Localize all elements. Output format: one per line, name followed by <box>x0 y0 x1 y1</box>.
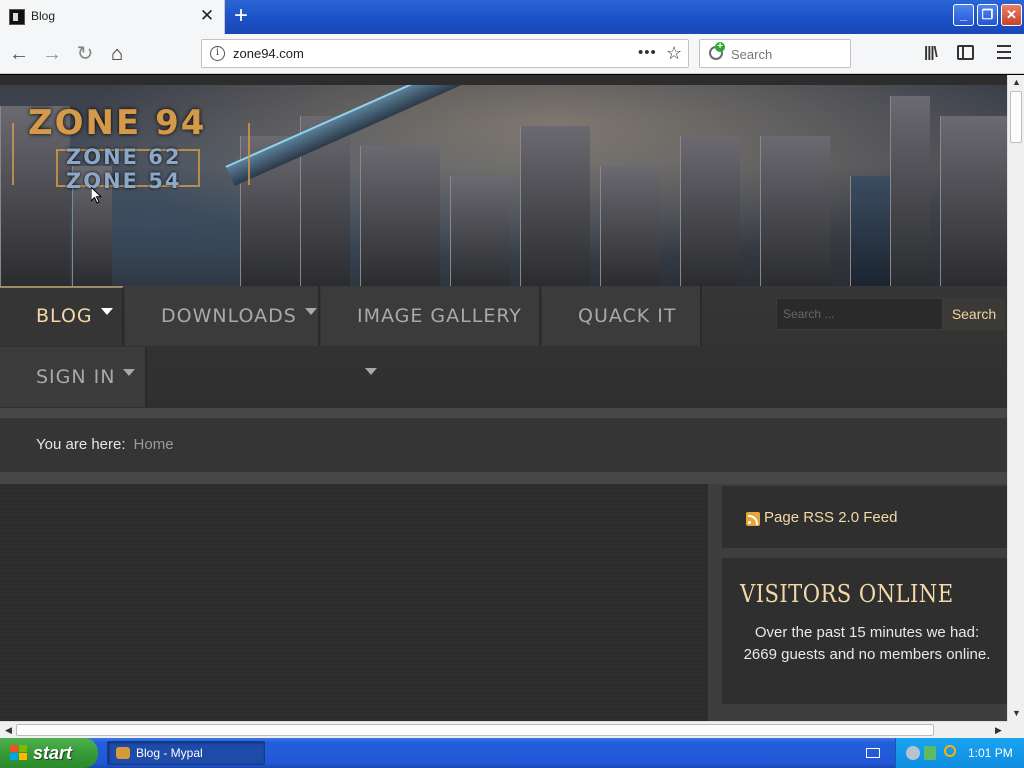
browser-titlebar: Blog ✕ + _ ❐ ✕ <box>0 0 1024 34</box>
browser-search-input[interactable]: + Search <box>699 39 851 68</box>
tab-close-button[interactable]: ✕ <box>198 6 216 26</box>
scroll-down-icon[interactable]: ▼ <box>1009 706 1024 721</box>
banner-building <box>760 136 830 286</box>
new-tab-button[interactable]: + <box>228 4 254 30</box>
info-icon[interactable]: i <box>210 46 225 61</box>
nav-item-image-gallery[interactable]: IMAGE GALLERY <box>321 286 541 375</box>
nav-item-label: QUACK IT <box>578 305 677 327</box>
sidebar-icon[interactable] <box>957 45 974 60</box>
banner-building <box>450 176 510 286</box>
section-divider <box>0 408 1007 418</box>
banner-building <box>360 146 440 286</box>
chevron-down-icon <box>304 308 317 315</box>
section-divider <box>0 472 1007 484</box>
tab-title: Blog <box>31 9 56 23</box>
home-icon[interactable]: ⌂ <box>104 41 130 67</box>
url-text[interactable]: zone94.com <box>233 46 304 61</box>
horizontal-scroll-thumb[interactable] <box>16 724 934 736</box>
main-content-area <box>0 484 708 721</box>
start-button[interactable]: start <box>0 738 98 768</box>
back-icon[interactable]: ← <box>6 41 32 67</box>
scroll-up-icon[interactable]: ▲ <box>1009 75 1024 90</box>
banner-building <box>520 126 590 286</box>
browser-search-placeholder: Search <box>731 47 773 62</box>
rss-icon[interactable] <box>746 512 760 526</box>
scroll-right-icon[interactable]: ▶ <box>991 723 1006 738</box>
rss-feed-link[interactable]: Page RSS 2.0 Feed <box>764 509 897 526</box>
url-bar[interactable]: i zone94.com ••• ☆ <box>201 39 689 68</box>
restore-button[interactable]: ❐ <box>977 4 998 26</box>
scroll-left-icon[interactable]: ◀ <box>1 723 16 738</box>
system-tray: 1:01 PM <box>895 738 1024 768</box>
site-banner: ZONE 94 ZONE 62 ZONE 54 <box>0 85 1007 286</box>
chevron-down-icon <box>123 369 136 376</box>
breadcrumb-prefix: You are here: <box>36 436 126 453</box>
tab-blog[interactable]: Blog ✕ <box>0 0 225 34</box>
windows-logo-icon <box>10 745 28 761</box>
search-tray-icon[interactable] <box>944 745 956 757</box>
taskbar: start Blog - Mypal 1:01 PM <box>0 738 1024 768</box>
library-icon[interactable]: |||\ <box>924 44 944 64</box>
horizontal-scrollbar[interactable]: ◀ ▶ <box>0 721 1007 738</box>
page-viewport: ZONE 94 ZONE 62 ZONE 54 BLOG DOWNLOADS I… <box>0 75 1007 721</box>
site-logo[interactable]: ZONE 94 <box>28 103 206 143</box>
close-window-button[interactable]: ✕ <box>1001 4 1022 26</box>
site-search-input[interactable]: Search ... <box>776 298 943 330</box>
browser-toolbar: ← → ↻ ⌂ i zone94.com ••• ☆ + Search |||\ <box>0 34 1024 74</box>
banner-building <box>940 116 1007 286</box>
nav-item-label: SIGN IN <box>36 366 116 388</box>
nav-item-sign-in[interactable]: SIGN IN <box>0 347 147 407</box>
mypal-icon <box>116 747 130 759</box>
security-icon[interactable] <box>924 746 936 760</box>
banner-building <box>600 166 660 286</box>
minimize-button[interactable]: _ <box>953 4 974 26</box>
breadcrumb: You are here: Home <box>0 418 1007 472</box>
bookmark-star-icon[interactable]: ☆ <box>666 43 682 64</box>
visitors-online-title: VISITORS ONLINE <box>740 580 954 608</box>
taskbar-item-label: Blog - Mypal <box>136 746 203 760</box>
site-favicon-icon <box>9 9 25 25</box>
site-logo-line3: ZONE 54 <box>66 169 182 193</box>
reload-icon[interactable]: ↻ <box>72 41 98 67</box>
breadcrumb-home-link[interactable]: Home <box>134 436 174 453</box>
visitors-online-text: Over the past 15 minutes we had: 2669 gu… <box>743 624 991 663</box>
chevron-down-icon <box>365 368 377 375</box>
nav-item-downloads[interactable]: DOWNLOADS <box>125 286 320 346</box>
network-icon[interactable] <box>906 746 920 760</box>
sidebar-column: Page RSS 2.0 Feed VISITORS ONLINE Over t… <box>720 484 1007 721</box>
visitors-online-module: VISITORS ONLINE Over the past 15 minutes… <box>722 558 1007 704</box>
keyboard-icon[interactable] <box>866 748 880 758</box>
nav-item-label: BLOG <box>36 305 93 327</box>
site-logo-line2: ZONE 62 <box>66 145 182 169</box>
scrollbar-corner <box>1007 721 1024 738</box>
nav-item-quack-it[interactable]: QUACK IT <box>542 286 702 346</box>
nav-item-label: IMAGE GALLERY <box>357 305 522 327</box>
forward-icon[interactable]: → <box>39 41 65 67</box>
chevron-down-icon <box>100 308 113 315</box>
start-label: start <box>33 743 73 763</box>
add-search-icon: + <box>715 42 725 52</box>
menu-icon[interactable] <box>997 45 1011 59</box>
column-separator <box>708 484 720 721</box>
taskbar-item-browser[interactable]: Blog - Mypal <box>107 741 265 765</box>
vertical-scrollbar[interactable]: ▲ ▼ <box>1007 75 1024 721</box>
nav-item-label: DOWNLOADS <box>161 305 297 327</box>
banner-building <box>680 136 740 286</box>
page-actions-icon[interactable]: ••• <box>638 44 657 61</box>
clock[interactable]: 1:01 PM <box>968 738 1013 768</box>
main-navigation: BLOG DOWNLOADS IMAGE GALLERY QUACK IT SI… <box>0 286 1007 408</box>
site-search-button[interactable]: Search <box>943 298 1005 330</box>
vertical-scroll-thumb[interactable] <box>1010 91 1022 143</box>
rss-module: Page RSS 2.0 Feed <box>722 486 1007 548</box>
nav-item-blog[interactable]: BLOG <box>0 286 124 346</box>
banner-building <box>890 96 930 286</box>
